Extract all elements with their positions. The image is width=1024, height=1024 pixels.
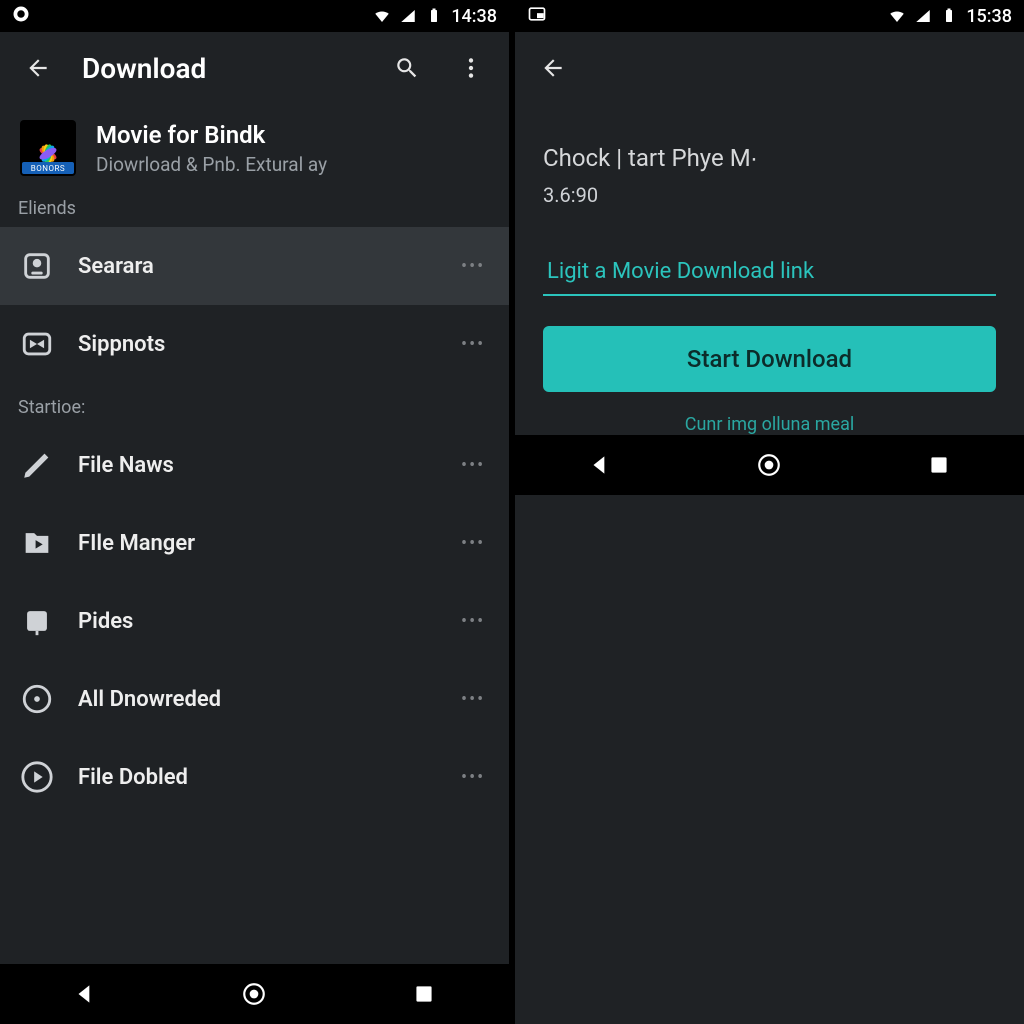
featured-app[interactable]: BONORS Movie for Bindk Diowrload & Pnb. … <box>0 104 509 184</box>
back-button[interactable] <box>533 48 573 88</box>
item-more-button[interactable]: ••• <box>461 455 489 476</box>
wifi-icon <box>888 7 906 25</box>
pencil-icon <box>20 448 54 482</box>
helper-link[interactable]: Cunr img olluna meal <box>543 414 996 435</box>
page-title: Download <box>82 52 363 85</box>
app-bar <box>515 32 1024 104</box>
nav-recent-button[interactable] <box>899 445 979 485</box>
list-item[interactable]: Sippnots ••• <box>0 305 509 383</box>
list-item-label: File Dobled <box>78 765 437 790</box>
battery-icon <box>425 7 443 25</box>
camera-icon <box>20 249 54 283</box>
app-glyph-icon <box>12 5 30 28</box>
target-icon <box>20 682 54 716</box>
item-more-button[interactable]: ••• <box>461 611 489 632</box>
item-more-button[interactable]: ••• <box>461 689 489 710</box>
overflow-menu-button[interactable] <box>451 48 491 88</box>
left-phone: 14:38 Download <box>0 0 509 1024</box>
content-title: Chock | tart Phye M∙ <box>543 144 996 173</box>
status-time: 14:38 <box>451 6 497 27</box>
folder-play-icon <box>20 526 54 560</box>
navigation-bar <box>0 964 509 1024</box>
download-link-input[interactable]: Ligit a Movie Download link <box>543 249 996 296</box>
list-item[interactable]: All Dnowreded ••• <box>0 660 509 738</box>
list-item-label: Pides <box>78 609 437 634</box>
list-item[interactable]: File Dobled ••• <box>0 738 509 816</box>
list-item[interactable]: File Naws ••• <box>0 426 509 504</box>
section-header: Startioe: <box>0 383 509 426</box>
nav-home-button[interactable] <box>729 445 809 485</box>
play-circle-icon <box>20 760 54 794</box>
list-item-label: All Dnowreded <box>78 687 437 712</box>
app-bar: Download <box>0 32 509 104</box>
wifi-icon <box>373 7 391 25</box>
list-item[interactable]: Pides ••• <box>0 582 509 660</box>
featured-app-icon: BONORS <box>20 120 76 176</box>
content-subtitle: 3.6:90 <box>543 183 996 207</box>
list-item-label: File Naws <box>78 453 437 478</box>
item-more-button[interactable]: ••• <box>461 767 489 788</box>
back-button[interactable] <box>18 48 58 88</box>
status-time: 15:38 <box>966 6 1012 27</box>
item-more-button[interactable]: ••• <box>461 334 489 355</box>
list-item[interactable]: FIle Manger ••• <box>0 504 509 582</box>
start-download-button[interactable]: Start Download <box>543 326 996 392</box>
search-button[interactable] <box>387 48 427 88</box>
main-content: Chock | tart Phye M∙ 3.6:90 Ligit a Movi… <box>515 104 1024 435</box>
featured-app-title: Movie for Bindk <box>96 121 327 149</box>
featured-app-badge: BONORS <box>22 162 74 174</box>
main-content: BONORS Movie for Bindk Diowrload & Pnb. … <box>0 104 509 964</box>
list-item-label: Searara <box>78 254 437 279</box>
section-header: Eliends <box>0 184 509 227</box>
nav-back-button[interactable] <box>45 974 125 1014</box>
status-bar: 14:38 <box>0 0 509 32</box>
nav-home-button[interactable] <box>214 974 294 1014</box>
item-more-button[interactable]: ••• <box>461 256 489 277</box>
list-item-label: FIle Manger <box>78 531 437 556</box>
item-more-button[interactable]: ••• <box>461 533 489 554</box>
picture-in-picture-icon <box>527 4 547 29</box>
square-icon <box>20 604 54 638</box>
featured-app-subtitle: Diowrload & Pnb. Extural ay <box>96 153 327 176</box>
list-item[interactable]: Searara ••• <box>0 227 509 305</box>
battery-icon <box>940 7 958 25</box>
right-phone: 15:38 Chock | tart Phye M∙ 3.6:90 Ligit … <box>515 0 1024 1024</box>
cell-signal-icon <box>914 7 932 25</box>
cell-signal-icon <box>399 7 417 25</box>
nav-back-button[interactable] <box>560 445 640 485</box>
navigation-bar <box>515 435 1024 495</box>
bowtie-icon <box>20 327 54 361</box>
status-bar: 15:38 <box>515 0 1024 32</box>
list-item-label: Sippnots <box>78 332 437 357</box>
nav-recent-button[interactable] <box>384 974 464 1014</box>
